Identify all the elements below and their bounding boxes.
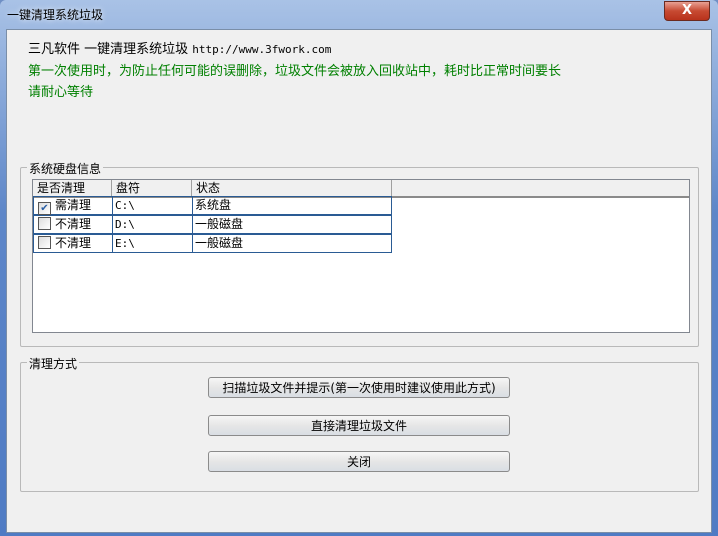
close-dialog-button[interactable]: 关闭 bbox=[208, 451, 510, 472]
drive-cell: D:\ bbox=[113, 216, 193, 233]
column-header-clean[interactable]: 是否清理 bbox=[33, 180, 112, 196]
checkbox[interactable] bbox=[38, 217, 51, 230]
notice-text: 第一次使用时，为防止任何可能的误删除，垃圾文件会被放入回收站中，耗时比正常时间要… bbox=[28, 64, 562, 79]
checkbox[interactable] bbox=[38, 236, 51, 249]
app-title: 三凡软件 一键清理系统垃圾 bbox=[28, 42, 189, 57]
table-row[interactable]: ✔ 需清理 C:\ 系统盘 bbox=[33, 196, 392, 215]
clean-mode-legend: 清理方式 bbox=[27, 355, 80, 372]
website-link[interactable]: http://www.3fwork.com bbox=[192, 43, 331, 56]
status-cell: 一般磁盘 bbox=[195, 217, 244, 231]
notice-text-2: 请耐心等待 bbox=[28, 85, 94, 100]
drive-cell: E:\ bbox=[113, 235, 193, 252]
clean-label: 不清理 bbox=[55, 217, 92, 231]
disk-info-legend: 系统硬盘信息 bbox=[27, 160, 104, 177]
direct-clean-button[interactable]: 直接清理垃圾文件 bbox=[208, 415, 510, 436]
app-name: 三凡软件 一键清理系统垃圾 http://www.3fwork.com bbox=[28, 38, 331, 57]
disk-list[interactable]: 是否清理 盘符 状态 ✔ 需清理 C:\ 系统盘 不清理 D:\ 一般磁盘 不清理… bbox=[32, 179, 690, 333]
table-row[interactable]: 不清理 D:\ 一般磁盘 bbox=[33, 215, 392, 234]
checkbox-checked[interactable]: ✔ bbox=[38, 202, 51, 215]
window-title: 一键清理系统垃圾 bbox=[7, 8, 104, 22]
column-header-status[interactable]: 状态 bbox=[192, 180, 392, 196]
status-cell: 系统盘 bbox=[195, 198, 232, 212]
clean-label: 不清理 bbox=[55, 236, 92, 250]
drive-cell: C:\ bbox=[113, 197, 193, 214]
close-button[interactable]: X bbox=[664, 1, 710, 21]
table-row[interactable]: 不清理 E:\ 一般磁盘 bbox=[33, 234, 392, 253]
column-header-drive[interactable]: 盘符 bbox=[112, 180, 192, 196]
scan-button[interactable]: 扫描垃圾文件并提示(第一次使用时建议使用此方式) bbox=[208, 377, 510, 398]
status-cell: 一般磁盘 bbox=[195, 236, 244, 250]
clean-label: 需清理 bbox=[55, 198, 92, 212]
